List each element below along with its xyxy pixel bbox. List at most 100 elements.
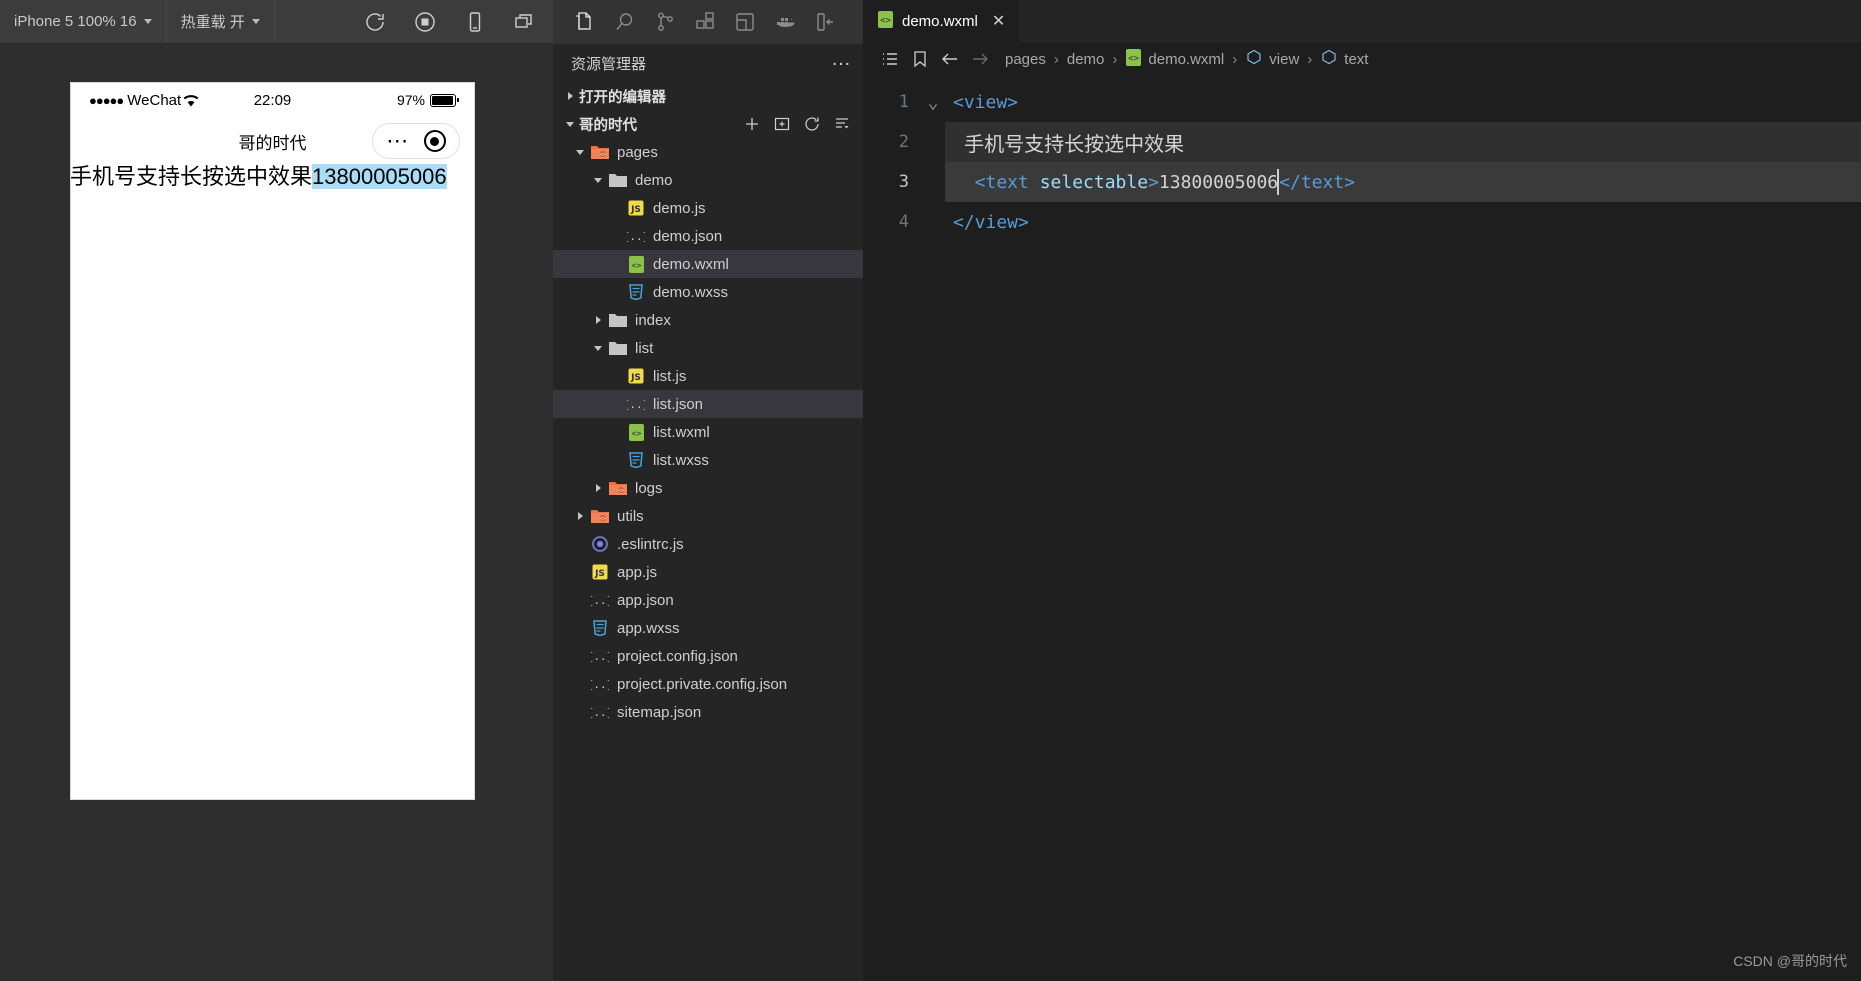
bookmark-icon[interactable]: [905, 49, 935, 69]
back-arrow-icon[interactable]: [935, 49, 965, 69]
device-selector[interactable]: iPhone 5 100% 16: [0, 0, 167, 43]
tree-item-logs[interactable]: <> logs: [553, 474, 863, 502]
tree-item-pages[interactable]: <> pages: [553, 138, 863, 166]
tree-item-app-js[interactable]: JS app.js: [553, 558, 863, 586]
tree-item-label: list: [635, 339, 654, 357]
device-icon[interactable]: [463, 10, 487, 34]
folder-icon: <>: [607, 479, 629, 497]
code-text: <view>: [953, 91, 1019, 113]
tree-item-label: index: [635, 311, 671, 329]
phone-selected-number[interactable]: 13800005006: [312, 164, 447, 189]
more-dots-icon[interactable]: ⋯: [386, 130, 409, 152]
tree-item-list[interactable]: list: [553, 334, 863, 362]
docker-icon[interactable]: [765, 2, 805, 42]
tree-item-label: app.json: [617, 591, 674, 609]
line-number: 2: [898, 132, 909, 152]
sidebar-more-icon[interactable]: …: [831, 49, 853, 72]
json-icon: {..}: [589, 591, 611, 609]
tree-item-label: app.js: [617, 563, 658, 581]
tree-item-label: list.js: [653, 367, 687, 385]
tree-item-demo-wxml[interactable]: <> demo.wxml: [553, 250, 863, 278]
outline-icon[interactable]: [875, 49, 905, 69]
tree-item-label: demo: [635, 171, 673, 189]
chevron-down-icon: [589, 166, 607, 194]
tree-item-eslintrc-js[interactable]: .eslintrc.js: [553, 530, 863, 558]
code-line[interactable]: 2 手机号支持长按选中效果: [863, 122, 1861, 162]
tree-item-demo-wxss[interactable]: demo.wxss: [553, 278, 863, 306]
wechat-capsule-button[interactable]: ⋯: [372, 123, 460, 159]
svg-text:{..}: {..}: [591, 594, 609, 607]
json-icon: {..}: [625, 395, 647, 413]
tree-item-app-json[interactable]: {..} app.json: [553, 586, 863, 614]
tree-item-project-private-config-json[interactable]: {..} project.private.config.json: [553, 670, 863, 698]
tab-demo-wxml[interactable]: <> demo.wxml ✕: [863, 0, 1020, 42]
extensions-icon[interactable]: [685, 2, 725, 42]
tree-item-sitemap-json[interactable]: {..} sitemap.json: [553, 698, 863, 726]
new-file-icon[interactable]: [743, 115, 761, 133]
collapse-all-icon[interactable]: [833, 115, 851, 133]
sidebar-section-open-editors[interactable]: 打开的编辑器: [553, 82, 863, 110]
phone-content-text: 手机号支持长按选中效果: [70, 164, 313, 189]
simulator-panel: iPhone 5 100% 16 热重载 开 ●●●●● WeChat 22:0…: [0, 0, 553, 981]
tree-item-demo[interactable]: demo: [553, 166, 863, 194]
toggle-sidebar-icon[interactable]: [805, 2, 845, 42]
tree-item-label: app.wxss: [617, 619, 680, 637]
code-line[interactable]: 4 </view>: [863, 202, 1861, 242]
tree-item-list-js[interactable]: JS list.js: [553, 362, 863, 390]
source-control-icon[interactable]: [645, 2, 685, 42]
hot-reload-selector[interactable]: 热重载 开: [167, 0, 275, 43]
json-icon: {..}: [625, 227, 647, 245]
tree-item-list-wxml[interactable]: <> list.wxml: [553, 418, 863, 446]
code-text: </view>: [953, 211, 1029, 233]
svg-text:<>: <>: [631, 429, 641, 438]
editor-tab-bar: <> demo.wxml ✕: [863, 0, 1861, 42]
new-folder-icon[interactable]: [773, 115, 791, 133]
code-line[interactable]: 3 <text selectable >13800005006 </text>: [863, 162, 1861, 202]
svg-text:<>: <>: [600, 516, 606, 522]
breadcrumb-item-text[interactable]: text: [1320, 48, 1368, 70]
tree-item-demo-js[interactable]: JS demo.js: [553, 194, 863, 222]
fold-chevron-icon[interactable]: ⌄: [921, 92, 945, 113]
chevron-down-icon: [143, 19, 152, 24]
json-icon: {..}: [589, 675, 611, 693]
close-target-icon[interactable]: [423, 130, 446, 152]
test-icon[interactable]: [725, 2, 765, 42]
tree-item-list-wxss[interactable]: list.wxss: [553, 446, 863, 474]
stop-icon[interactable]: [413, 10, 437, 34]
close-icon[interactable]: ✕: [992, 13, 1005, 30]
tree-item-label: sitemap.json: [617, 703, 702, 721]
svg-text:{..}: {..}: [627, 398, 645, 411]
sidebar-section-workspace[interactable]: 哥的时代: [553, 110, 863, 138]
phone-nav-bar: 哥的时代 ⋯: [71, 117, 474, 165]
json-icon: {..}: [589, 647, 611, 665]
tree-item-project-config-json[interactable]: {..} project.config.json: [553, 642, 863, 670]
search-icon[interactable]: [605, 2, 645, 42]
tree-item-label: demo.js: [653, 199, 706, 217]
folder-icon: <>: [589, 507, 611, 525]
breadcrumb-item-demo-wxml[interactable]: <> demo.wxml: [1125, 48, 1224, 71]
wxss-icon: [625, 451, 647, 469]
breadcrumb-item-demo[interactable]: demo: [1067, 51, 1105, 68]
refresh-icon[interactable]: [363, 10, 387, 34]
tree-item-utils[interactable]: <> utils: [553, 502, 863, 530]
tree-item-demo-json[interactable]: {..} demo.json: [553, 222, 863, 250]
tree-item-app-wxss[interactable]: app.wxss: [553, 614, 863, 642]
sidebar-section-label: 哥的时代: [579, 117, 637, 134]
breadcrumb-label: view: [1269, 50, 1300, 68]
tree-item-list-json[interactable]: {..} list.json: [553, 390, 863, 418]
code-area[interactable]: 1 ⌄ <view> 2 手机号支持长按选中效果 3 <text selectable >…: [863, 76, 1861, 242]
tree-item-index[interactable]: index: [553, 306, 863, 334]
svg-text:<>: <>: [1128, 54, 1139, 64]
windows-icon[interactable]: [513, 10, 537, 34]
explorer-icon[interactable]: [565, 2, 605, 42]
refresh-icon[interactable]: [803, 115, 821, 133]
code-line[interactable]: 1 ⌄ <view>: [863, 82, 1861, 122]
breadcrumb-item-pages[interactable]: pages: [1005, 51, 1046, 68]
breadcrumb-item-view[interactable]: view: [1245, 48, 1299, 70]
tree-item-label: list.wxml: [653, 423, 710, 441]
